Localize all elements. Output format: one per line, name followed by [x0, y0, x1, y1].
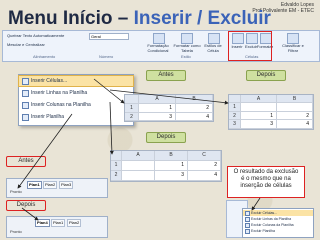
delete-result-note: O resultado da exclusão é o mesmo que na…: [227, 166, 305, 198]
corner-cell: [229, 95, 241, 103]
sheet-tabs-after: Plan4 Plan1 Plan2 Pronto: [6, 216, 108, 238]
cell[interactable]: 1: [241, 112, 277, 120]
insert-cells-icon: [22, 78, 29, 85]
cell[interactable]: 4: [188, 171, 221, 181]
corner-cell: [111, 151, 122, 161]
cell[interactable]: 4: [176, 113, 213, 121]
row-header: 3: [229, 120, 241, 129]
cell[interactable]: 2: [188, 161, 221, 171]
sheet-tab[interactable]: Plan1: [27, 181, 42, 189]
col-header-b: B: [176, 95, 213, 104]
grid-after-rows: A B 1 2 1 2 3 3 4: [228, 94, 314, 130]
col-header-b: B: [155, 151, 188, 161]
row-header: 2: [229, 112, 241, 120]
sheet-tab[interactable]: Plan2: [67, 219, 82, 227]
row-header: 2: [125, 113, 139, 121]
col-header-b: B: [277, 95, 313, 103]
insert-rows-label: Inserir Linhas na Planilha: [31, 90, 88, 96]
styles-group-label: Estilo: [181, 54, 191, 59]
sheet-tab[interactable]: Plan2: [43, 181, 58, 189]
cell[interactable]: [277, 103, 313, 112]
col-header-a: A: [122, 151, 155, 161]
insert-cells-label: Inserir Células...: [31, 78, 68, 84]
col-header-a: A: [139, 95, 176, 104]
insert-columns-label: Inserir Colunas na Planilha: [31, 102, 91, 108]
cell[interactable]: 2: [176, 104, 213, 113]
sheet-tab[interactable]: Plan1: [51, 219, 66, 227]
cell[interactable]: 1: [139, 104, 176, 113]
cell[interactable]: [122, 171, 155, 181]
title-prefix: Menu Início –: [8, 8, 134, 29]
number-group-label: Número: [99, 54, 114, 59]
corner-cell: [125, 95, 139, 104]
insert-columns-icon: [22, 102, 29, 109]
note-line-3: inserção de células: [240, 183, 292, 189]
after-label-left: Depois: [6, 200, 46, 211]
cell[interactable]: [122, 161, 155, 171]
row-header: 1: [125, 104, 139, 113]
row-header: 1: [111, 161, 122, 171]
after-label-top: Depois: [246, 70, 286, 81]
sheet-tab[interactable]: Plan4: [35, 219, 50, 227]
row-header: 1: [229, 103, 241, 112]
cell[interactable]: 3: [139, 113, 176, 121]
sheet-tabs-before: Plan1 Plan2 Plan3 Pronto: [6, 178, 108, 198]
note-line-2: é o mesmo que na: [241, 176, 291, 182]
delete-sheet-label: Excluir Planilha: [251, 229, 275, 233]
insert-cells-item[interactable]: Inserir Células...: [18, 75, 134, 87]
insert-columns-item[interactable]: Inserir Colunas na Planilha: [19, 100, 133, 110]
insert-dropdown-menu: Inserir Células... Inserir Linhas na Pla…: [18, 74, 134, 126]
status-text: Pronto: [10, 229, 22, 234]
sheet-tab[interactable]: Plan3: [59, 181, 74, 189]
format-table-label: Formatar como Tabela: [173, 43, 201, 53]
delete-sheet-item[interactable]: Excluir Planilha: [243, 228, 313, 234]
grid-before: A B 1 1 2 2 3 4: [124, 94, 214, 122]
cell[interactable]: [241, 103, 277, 112]
note-line-1: O resultado da exclusão: [233, 169, 299, 175]
merge-center-button[interactable]: Mesclar e Centralizar: [7, 42, 45, 47]
insert-delete-highlight: [228, 31, 272, 61]
delete-dropdown-menu: Excluir Células... Excluir Linhas da Pla…: [242, 208, 314, 238]
home-ribbon: Quebrar Texto Automaticamente Mesclar e …: [2, 30, 320, 62]
page-title: Menu Início – Inserir / Excluir: [8, 8, 271, 30]
insert-rows-item[interactable]: Inserir Linhas na Planilha: [19, 88, 133, 98]
number-format-select[interactable]: Geral: [89, 33, 129, 40]
wrap-text-button[interactable]: Quebrar Texto Automaticamente: [7, 33, 64, 38]
cell[interactable]: 3: [241, 120, 277, 129]
before-label-left: Antes: [6, 156, 46, 167]
cell[interactable]: 1: [155, 161, 188, 171]
before-label-top: Antes: [146, 70, 186, 81]
insert-sheet-icon: [22, 114, 29, 121]
cell[interactable]: 4: [277, 120, 313, 129]
title-accent: Inserir / Excluir: [133, 8, 271, 29]
after-label-mid: Depois: [146, 132, 186, 143]
cell[interactable]: 2: [277, 112, 313, 120]
col-header-c: C: [188, 151, 221, 161]
status-text: Pronto: [10, 189, 22, 194]
insert-rows-icon: [22, 90, 29, 97]
insert-sheet-item[interactable]: Inserir Planilha: [19, 112, 133, 122]
cell-styles-label: Estilos de Célula: [204, 43, 222, 53]
delete-sheet-icon: [245, 229, 250, 234]
alignment-group-label: Alinhamento: [33, 54, 56, 59]
insert-sheet-label: Inserir Planilha: [31, 114, 65, 120]
row-header: 2: [111, 171, 122, 181]
conditional-format-label: Formatação Condicional: [147, 43, 169, 53]
col-header-a: A: [241, 95, 277, 103]
grid-after-columns: A B C 1 1 2 2 3 4: [110, 150, 222, 182]
sort-filter-label: Classificar e Filtrar: [282, 43, 304, 53]
cell[interactable]: 3: [155, 171, 188, 181]
